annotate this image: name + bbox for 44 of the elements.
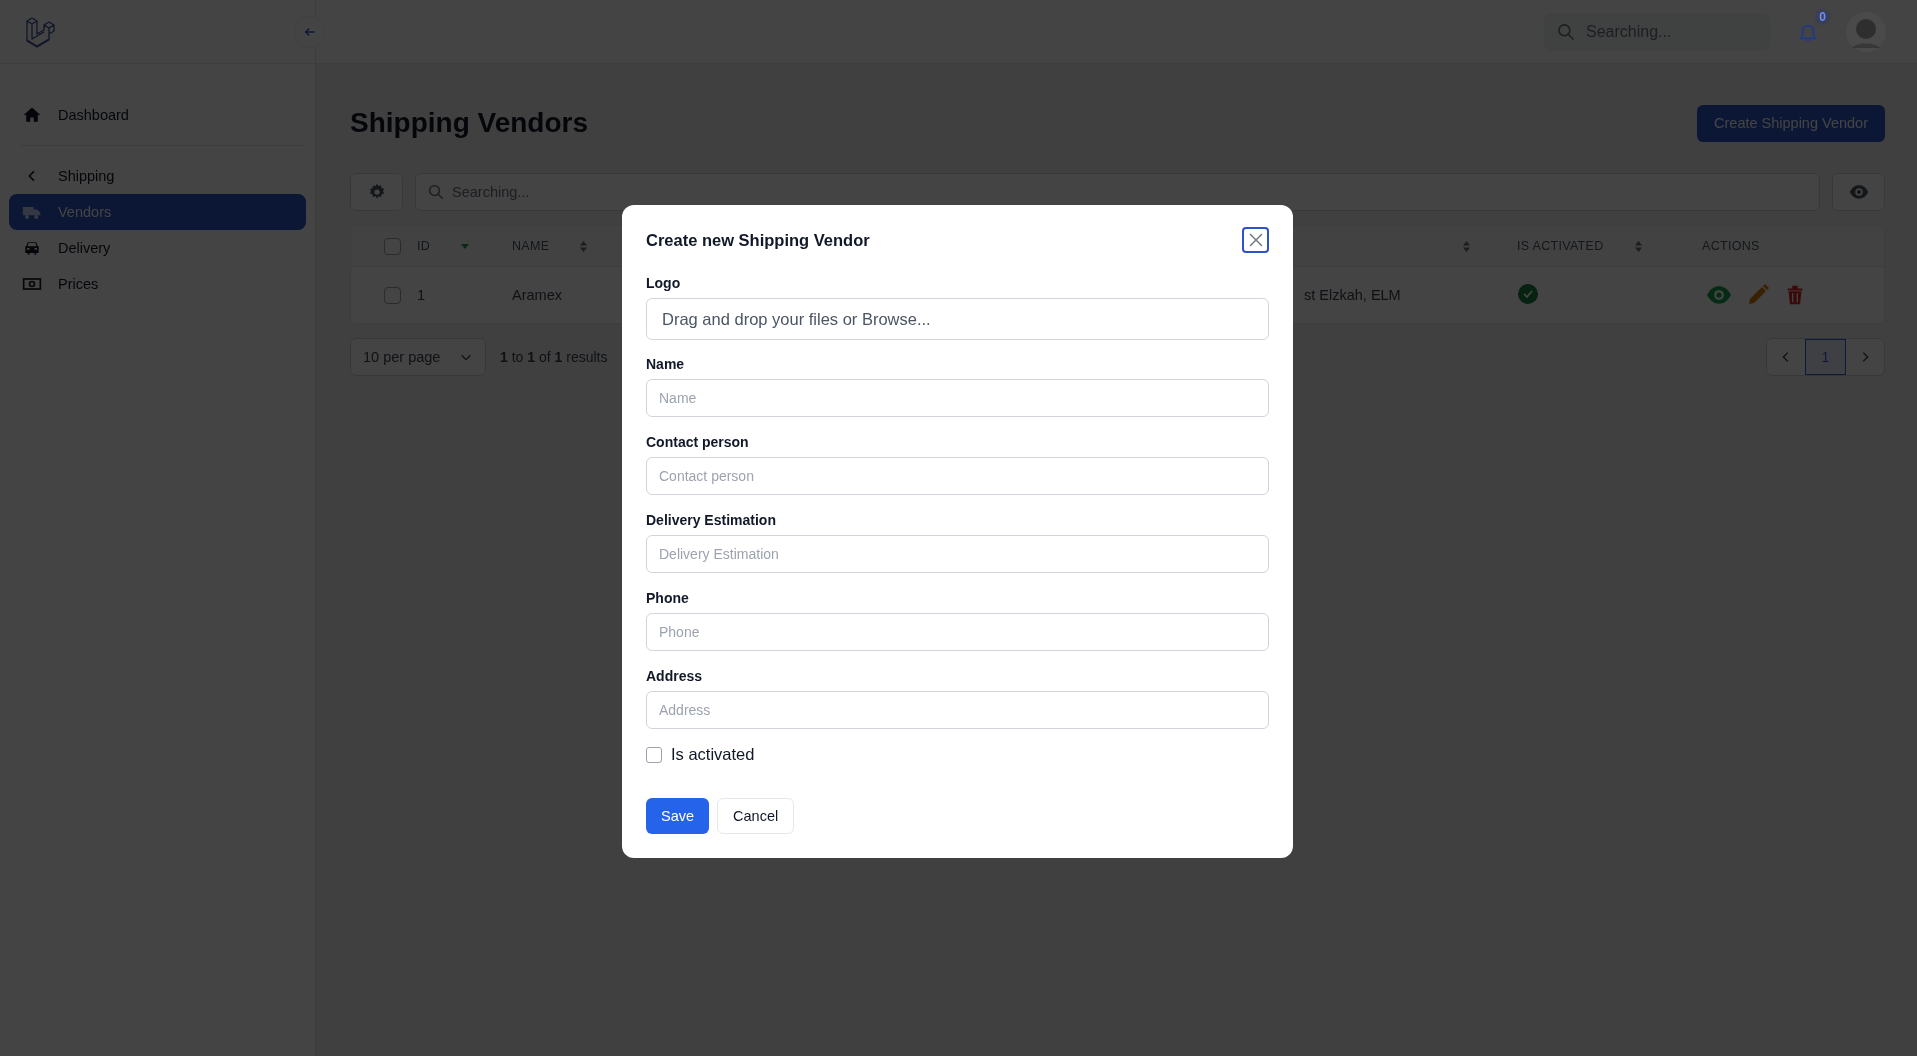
field-label: Phone [646,590,690,606]
sort-icon[interactable] [1462,239,1471,253]
checkbox[interactable] [646,746,662,763]
settings-button[interactable] [350,173,403,211]
field-label: Address [646,668,704,684]
sort-descending-icon[interactable] [460,241,471,251]
input-field[interactable]: Address [646,691,1269,729]
sort-icon[interactable] [579,239,589,253]
pencil-icon [1746,283,1770,307]
search-icon [1556,21,1576,42]
sidebar-item[interactable]: Prices [9,266,306,302]
notifications-button[interactable]: 0 [1788,11,1828,52]
sort-icon[interactable] [1633,239,1643,253]
home-icon [22,105,42,125]
input-field[interactable]: Phone [646,613,1269,651]
settings-icon [367,183,386,201]
input-field[interactable]: Delivery Estimation [646,535,1269,573]
eye-icon [1848,182,1869,202]
sidebar-item[interactable]: Dashboard [9,97,306,133]
close-button[interactable] [1242,227,1269,253]
close-icon [1247,232,1264,248]
field-label: Delivery Estimation [646,512,777,528]
field-label: Name [646,356,686,372]
field-label: Contact person [646,434,750,450]
row-checkbox[interactable] [384,286,401,304]
cancel-button[interactable]: Cancel [717,798,795,834]
sidebar-group[interactable]: Shipping [9,158,306,194]
field-label: Logo [646,275,682,291]
input-field[interactable]: Name [646,379,1269,417]
save-button[interactable]: Save [646,798,710,834]
column-visibility-button[interactable] [1832,173,1885,211]
search-icon [427,183,445,201]
sidebar-item[interactable]: Delivery [9,230,306,266]
page-title: Shipping Vendors [350,107,588,139]
file-drop-field[interactable]: Drag and drop your files or Browse... [646,298,1269,340]
dialog-title: Create new Shipping Vendor [646,230,870,250]
input-field[interactable]: Contact person [646,457,1269,495]
notification-count: 0 [1815,8,1830,25]
select-all-checkbox[interactable] [384,237,401,255]
edit-button[interactable] [1746,283,1770,307]
back-arrow-icon [303,25,317,39]
avatar-icon[interactable] [1846,11,1886,52]
logo-icon[interactable] [24,15,56,48]
checkbox-label: Is activated [671,745,755,764]
